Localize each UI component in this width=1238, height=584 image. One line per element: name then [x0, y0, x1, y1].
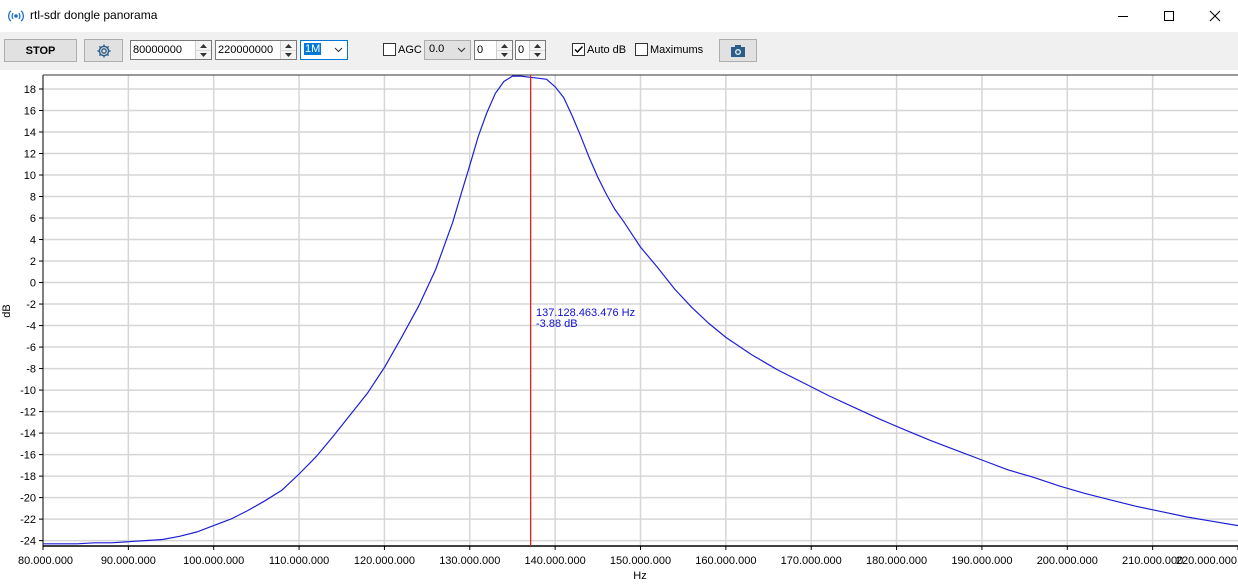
- end-frequency-down-button[interactable]: [281, 50, 296, 59]
- y-tick-label: 10: [24, 170, 36, 182]
- y-tick-label: 8: [30, 192, 36, 204]
- y-tick-label: -12: [20, 407, 36, 419]
- start-frequency-arrows[interactable]: [195, 41, 211, 59]
- y-tick-label: 6: [30, 213, 36, 225]
- x-tick-label: 190.000.000: [951, 555, 1012, 567]
- caret-down-icon: [534, 52, 541, 57]
- gain-stepper-1-arrows[interactable]: [496, 41, 512, 59]
- caret-up-icon: [534, 43, 541, 48]
- y-tick-label: -2: [26, 299, 36, 311]
- caret-up-icon: [200, 43, 207, 48]
- gain-stepper-1-down-button[interactable]: [497, 50, 512, 59]
- agc-checkbox[interactable]: [383, 43, 396, 56]
- close-button[interactable]: [1192, 0, 1238, 31]
- y-tick-label: -22: [20, 514, 36, 526]
- x-tick-label: 90.000.000: [101, 555, 156, 567]
- maximize-icon: [1164, 10, 1174, 21]
- x-tick-label: 100.000.000: [183, 555, 244, 567]
- title-bar: rtl-sdr dongle panorama: [0, 0, 1238, 32]
- maximums-checkbox[interactable]: [635, 43, 648, 56]
- step-value: 1M: [304, 43, 322, 55]
- x-tick-label: 180.000.000: [866, 555, 927, 567]
- caret-down-icon: [501, 52, 508, 57]
- auto-db-checkbox[interactable]: [572, 43, 585, 56]
- y-tick-label: 12: [24, 149, 36, 161]
- y-tick-label: 18: [24, 84, 36, 96]
- cursor-readout: 137.128.463.476 Hz -3.88 dB: [536, 308, 635, 330]
- y-tick-label: 14: [24, 127, 36, 139]
- camera-icon: [731, 44, 745, 57]
- y-tick-label: 4: [30, 235, 36, 247]
- start-frequency-stepper[interactable]: [130, 40, 212, 60]
- y-tick-label: -4: [26, 321, 36, 333]
- end-frequency-stepper[interactable]: [215, 40, 297, 60]
- y-tick-label: -8: [26, 364, 36, 376]
- snapshot-button[interactable]: [719, 39, 757, 62]
- end-frequency-input[interactable]: [218, 42, 278, 58]
- x-axis-label: Hz: [633, 570, 646, 582]
- close-icon: [1209, 10, 1221, 21]
- x-tick-label: 200.000.000: [1037, 555, 1098, 567]
- y-tick-label: -14: [20, 428, 36, 440]
- x-tick-label: 120.000.000: [354, 555, 415, 567]
- x-tick-label: 220.000.000: [1176, 555, 1237, 567]
- y-axis-label: dB: [1, 304, 13, 317]
- y-tick-label: -24: [20, 536, 36, 548]
- y-tick-label: -18: [20, 471, 36, 483]
- chevron-down-icon: [334, 47, 343, 53]
- x-tick-label: 160.000.000: [695, 555, 756, 567]
- gain-stepper-2-arrows[interactable]: [529, 41, 545, 59]
- radio-waves-icon: [8, 10, 24, 22]
- caret-up-icon: [501, 43, 508, 48]
- x-tick-label: 140.000.000: [525, 555, 586, 567]
- y-tick-label: -16: [20, 450, 36, 462]
- gain-value: 0.0: [429, 43, 445, 55]
- minimize-button[interactable]: [1100, 0, 1146, 31]
- gain-stepper-1[interactable]: [474, 40, 513, 60]
- window-title: rtl-sdr dongle panorama: [30, 8, 158, 22]
- checkmark-icon: [574, 46, 584, 54]
- gear-icon: [97, 44, 110, 57]
- agc-label: AGC: [398, 44, 422, 56]
- cursor-db-label: -3.88 dB: [536, 318, 578, 330]
- gain-stepper-2-down-button[interactable]: [530, 50, 545, 59]
- caret-up-icon: [285, 43, 292, 48]
- maximize-button[interactable]: [1146, 0, 1192, 31]
- minimize-icon: [1118, 15, 1128, 17]
- stop-button[interactable]: STOP: [4, 39, 77, 62]
- y-tick-label: -10: [20, 385, 36, 397]
- start-frequency-down-button[interactable]: [196, 50, 211, 59]
- caret-down-icon: [285, 52, 292, 57]
- gain-stepper-2[interactable]: [515, 40, 546, 60]
- y-tick-label: 16: [24, 105, 36, 117]
- settings-button[interactable]: [84, 39, 123, 62]
- x-tick-label: 110.000.000: [269, 555, 329, 567]
- spectrum-chart[interactable]: 80.000.000 90.000.000 100.000.000 110.000.0…: [0, 70, 1238, 584]
- gain-stepper-1-input[interactable]: [477, 42, 495, 58]
- step-select[interactable]: 1M: [300, 40, 348, 60]
- x-tick-label: 170.000.000: [781, 555, 842, 567]
- caret-down-icon: [200, 52, 207, 57]
- auto-db-label: Auto dB: [587, 44, 627, 56]
- end-frequency-arrows[interactable]: [280, 41, 296, 59]
- start-frequency-input[interactable]: [133, 42, 193, 58]
- x-tick-label: 130.000.000: [439, 555, 500, 567]
- x-tick-label: 150.000.000: [610, 555, 671, 567]
- y-tick-label: 0: [30, 278, 36, 290]
- chevron-down-icon: [457, 47, 466, 53]
- x-tick-label: 80.000.000: [18, 555, 73, 567]
- toolbar: STOP 1M AGC 0.0: [0, 32, 1238, 70]
- y-tick-label: -20: [20, 493, 36, 505]
- x-tick-label: 210.000.000: [1122, 555, 1183, 567]
- y-tick-label: -6: [26, 342, 36, 354]
- maximums-label: Maximums: [650, 44, 704, 56]
- y-tick-label: 2: [30, 256, 36, 268]
- gain-select[interactable]: 0.0: [424, 40, 471, 60]
